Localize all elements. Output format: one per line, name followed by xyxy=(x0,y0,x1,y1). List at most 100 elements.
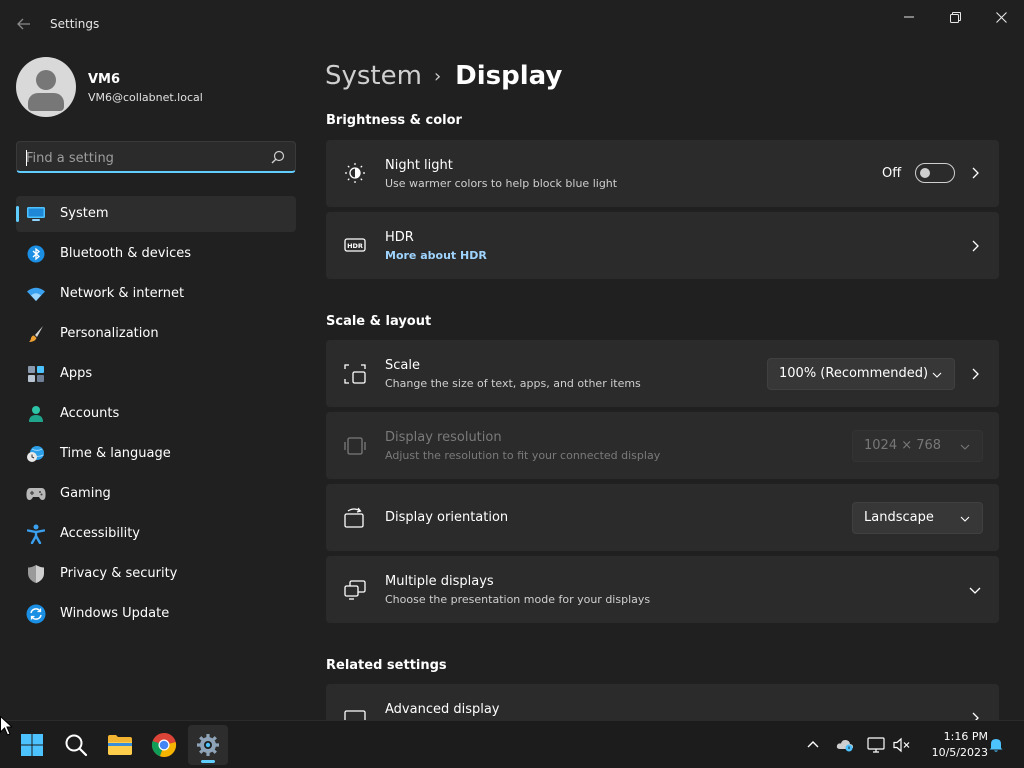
shield-icon xyxy=(26,565,46,583)
windows-logo-icon xyxy=(21,734,43,756)
breadcrumb-separator: › xyxy=(433,65,442,87)
brush-icon xyxy=(26,325,46,343)
settings-taskbar-button[interactable] xyxy=(188,725,228,765)
apps-icon xyxy=(26,365,46,383)
breadcrumb-parent[interactable]: System xyxy=(325,61,422,91)
wifi-icon xyxy=(26,285,46,303)
mouse-cursor-icon xyxy=(0,716,12,736)
resolution-value: 1024 × 768 xyxy=(864,438,942,453)
orientation-value: Landscape xyxy=(864,510,934,525)
start-button[interactable] xyxy=(12,725,52,765)
search-input[interactable] xyxy=(26,148,261,168)
restore-icon xyxy=(949,11,961,23)
taskbar-clock[interactable]: 1:16 PM 10/5/2023 xyxy=(918,729,988,761)
back-button[interactable] xyxy=(14,14,34,34)
chrome-icon xyxy=(151,732,177,758)
sidebar-item-privacy[interactable]: Privacy & security xyxy=(16,556,296,592)
night-light-state: Off xyxy=(882,166,902,181)
sidebar-item-personalization[interactable]: Personalization xyxy=(16,316,296,352)
sidebar-item-label: Network & internet xyxy=(60,286,185,301)
speaker-muted-icon xyxy=(893,737,910,753)
globe-clock-icon xyxy=(26,445,46,463)
orientation-icon xyxy=(344,507,364,528)
sidebar-item-label: Accessibility xyxy=(60,526,140,541)
scale-card[interactable]: Scale Change the size of text, apps, and… xyxy=(326,340,999,407)
clock-time: 1:16 PM xyxy=(943,730,988,743)
close-button[interactable] xyxy=(978,4,1024,30)
scale-icon xyxy=(344,364,366,384)
section-title-brightness: Brightness & color xyxy=(326,113,462,128)
chevron-down-icon xyxy=(932,372,942,378)
sidebar-item-accessibility[interactable]: Accessibility xyxy=(16,516,296,552)
sidebar-item-label: Gaming xyxy=(60,486,111,501)
sidebar-item-network[interactable]: Network & internet xyxy=(16,276,296,312)
resolution-icon xyxy=(344,437,366,455)
network-tray-button[interactable] xyxy=(867,736,885,754)
chevron-down-icon xyxy=(960,444,970,450)
minimize-icon xyxy=(904,16,914,18)
chevron-down-icon xyxy=(960,516,970,522)
chrome-button[interactable] xyxy=(144,725,184,765)
sidebar-item-windows-update[interactable]: Windows Update xyxy=(16,596,296,632)
display-resolution-card: Display resolution Adjust the resolution… xyxy=(326,412,999,479)
onedrive-tray-button[interactable] xyxy=(836,736,854,754)
sidebar-item-label: Windows Update xyxy=(60,606,170,621)
night-light-subtitle: Use warmer colors to help block blue lig… xyxy=(385,177,618,190)
show-hidden-icons-button[interactable] xyxy=(804,736,822,754)
chevron-right-icon xyxy=(972,368,979,380)
update-icon xyxy=(26,604,46,624)
orientation-dropdown[interactable]: Landscape xyxy=(852,502,983,534)
sidebar-item-accounts[interactable]: Accounts xyxy=(16,396,296,432)
night-light-card[interactable]: Night light Use warmer colors to help bl… xyxy=(326,140,999,207)
sidebar-item-label: Bluetooth & devices xyxy=(60,246,191,261)
advanced-display-title: Advanced display xyxy=(385,702,500,717)
back-arrow-icon xyxy=(17,18,30,30)
sidebar-item-label: Apps xyxy=(60,366,93,381)
taskbar-search-button[interactable] xyxy=(56,725,96,765)
search-icon[interactable] xyxy=(271,150,285,164)
file-explorer-button[interactable] xyxy=(100,725,140,765)
hdr-card[interactable]: HDR HDR More about HDR xyxy=(326,212,999,279)
sidebar-item-label: System xyxy=(60,206,109,221)
folder-icon xyxy=(108,735,132,755)
sidebar-item-bluetooth[interactable]: Bluetooth & devices xyxy=(16,236,296,272)
multiple-displays-title: Multiple displays xyxy=(385,574,494,589)
sidebar-item-time-language[interactable]: Time & language xyxy=(16,436,296,472)
section-title-related: Related settings xyxy=(326,658,447,673)
volume-tray-button[interactable] xyxy=(893,736,911,754)
breadcrumb: System › Display xyxy=(325,58,562,94)
minimize-button[interactable] xyxy=(886,4,932,30)
user-email: VM6@collabnet.local xyxy=(88,91,203,104)
sidebar-item-system[interactable]: System xyxy=(16,196,296,232)
search-box[interactable] xyxy=(16,141,296,173)
ethernet-icon xyxy=(867,737,885,753)
text-caret xyxy=(26,150,27,166)
chevron-down-icon[interactable] xyxy=(969,584,981,596)
sidebar-item-gaming[interactable]: Gaming xyxy=(16,476,296,512)
section-title-scale-layout: Scale & layout xyxy=(326,314,432,329)
scale-subtitle: Change the size of text, apps, and other… xyxy=(385,377,641,390)
gamepad-icon xyxy=(26,485,46,503)
display-orientation-card[interactable]: Display orientation Landscape xyxy=(326,484,999,551)
night-light-icon xyxy=(345,163,365,183)
scale-value: 100% (Recommended) xyxy=(779,366,929,381)
hdr-more-link[interactable]: More about HDR xyxy=(385,249,487,262)
notifications-button[interactable] xyxy=(987,736,1005,754)
gear-icon xyxy=(197,734,219,756)
accessibility-icon xyxy=(26,524,46,544)
display-orientation-title: Display orientation xyxy=(385,510,509,525)
sidebar-item-apps[interactable]: Apps xyxy=(16,356,296,392)
sidebar-item-label: Personalization xyxy=(60,326,159,341)
chevron-right-icon xyxy=(972,240,979,252)
cloud-sync-icon xyxy=(836,739,854,752)
restore-button[interactable] xyxy=(932,4,978,30)
display-resolution-subtitle: Adjust the resolution to fit your connec… xyxy=(385,449,661,462)
chevron-up-icon xyxy=(807,741,819,748)
accounts-icon xyxy=(26,405,46,423)
multiple-displays-card[interactable]: Multiple displays Choose the presentatio… xyxy=(326,556,999,623)
scale-dropdown[interactable]: 100% (Recommended) xyxy=(767,358,955,390)
night-light-toggle[interactable] xyxy=(915,163,955,183)
resolution-dropdown: 1024 × 768 xyxy=(852,430,983,462)
app-title: Settings xyxy=(50,17,100,31)
hdr-title: HDR xyxy=(385,230,414,245)
